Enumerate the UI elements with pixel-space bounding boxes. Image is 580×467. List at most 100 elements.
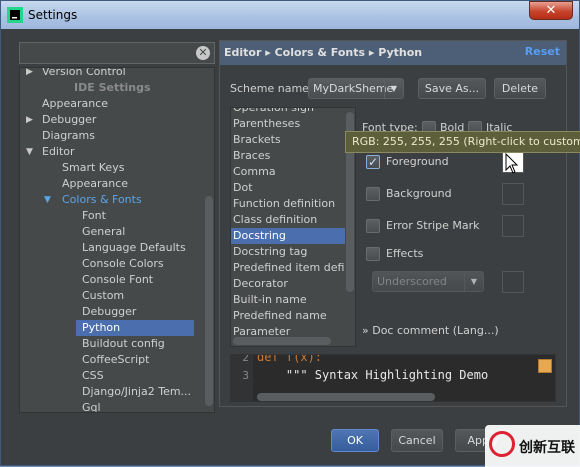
tree-item-label: Debugger xyxy=(42,113,97,126)
tree-item-label: Language Defaults xyxy=(82,241,186,254)
error-stripe-label: Error Stripe Mark xyxy=(386,219,480,232)
list-item-selected[interactable]: Docstring xyxy=(231,228,345,244)
list-item[interactable]: Decorator xyxy=(231,276,345,292)
dialog-body: ✕ ▶ Version Control IDE Settings Appeara… xyxy=(9,29,580,459)
list-item[interactable]: Built-in name xyxy=(231,292,345,308)
ok-button[interactable]: OK xyxy=(331,429,379,452)
tree-item-css[interactable]: CSS xyxy=(20,368,206,384)
foreground-label: Foreground xyxy=(386,155,449,168)
tree-item-appearance[interactable]: Appearance xyxy=(20,96,206,112)
tree-item-label: Editor xyxy=(42,145,75,158)
tree-item-custom[interactable]: Custom xyxy=(20,288,206,304)
tree-item-python[interactable]: Python xyxy=(76,320,194,336)
list-item[interactable]: Braces xyxy=(231,148,345,164)
tree-item-label: Python xyxy=(82,321,121,334)
delete-button[interactable]: Delete xyxy=(494,78,546,99)
tree-item-label: Font xyxy=(82,209,106,222)
effects-color-swatch[interactable] xyxy=(502,271,524,293)
code-line: """ Syntax Highlighting Demo xyxy=(257,368,489,382)
tree-item-label: Debugger xyxy=(82,305,137,318)
tree-item-label: Appearance xyxy=(62,177,129,190)
foreground-checkbox[interactable]: ✓ xyxy=(366,155,380,169)
tree-item-gql[interactable]: Gql xyxy=(20,400,206,412)
tree-scrollbar[interactable] xyxy=(205,196,213,406)
list-item[interactable]: Class definition xyxy=(231,212,345,228)
reset-link[interactable]: Reset xyxy=(525,45,560,58)
cancel-button[interactable]: Cancel xyxy=(391,429,443,452)
tree-item-label: Buildout config xyxy=(82,337,165,350)
settings-search-input[interactable]: ✕ xyxy=(19,42,215,64)
tree-item-debugger-colors[interactable]: Debugger xyxy=(20,304,206,320)
list-item[interactable]: Dot xyxy=(231,180,345,196)
window-close-button[interactable]: ✕ xyxy=(529,1,573,20)
error-stripe-checkbox[interactable] xyxy=(366,219,380,233)
tree-item-django-jinja2[interactable]: Django/Jinja2 Tem... xyxy=(20,384,206,400)
list-item[interactable]: Predefined item definition xyxy=(231,260,345,276)
tree-item-label: CoffeeScript xyxy=(82,353,150,366)
list-item[interactable]: Predefined name xyxy=(231,308,345,324)
tree-section-ide-settings: IDE Settings xyxy=(20,80,206,96)
tree-item-buildout-config[interactable]: Buildout config xyxy=(20,336,206,352)
tree-item-coffeescript[interactable]: CoffeeScript xyxy=(20,352,206,368)
save-as-button[interactable]: Save As... xyxy=(418,78,486,99)
expand-arrow-icon[interactable]: ▶ xyxy=(26,68,33,80)
pycharm-app-icon xyxy=(7,7,23,23)
settings-tree[interactable]: ▶ Version Control IDE Settings Appearanc… xyxy=(19,67,215,413)
tree-item-version-control[interactable]: ▶ Version Control xyxy=(20,67,206,80)
list-item[interactable]: Function definition xyxy=(231,196,345,212)
tree-item-smart-keys[interactable]: Smart Keys xyxy=(20,160,206,176)
window-title: Settings xyxy=(28,8,78,22)
panel-header: Editor ▸ Colors & Fonts ▸ Python Reset xyxy=(220,41,566,65)
tree-item-debugger[interactable]: ▶ Debugger xyxy=(20,112,206,128)
tree-item-editor-appearance[interactable]: Appearance xyxy=(20,176,206,192)
preview-scrollbar[interactable] xyxy=(257,393,435,401)
collapse-arrow-icon[interactable]: ▼ xyxy=(44,192,51,208)
line-number: 3 xyxy=(242,369,249,382)
tree-item-editor[interactable]: ▼ Editor xyxy=(20,144,206,160)
doc-comment-link[interactable]: » Doc comment (Lang...) xyxy=(362,324,499,337)
expand-arrow-icon[interactable]: ▶ xyxy=(26,112,33,128)
background-color-swatch[interactable] xyxy=(502,183,524,205)
watermark-logo-icon xyxy=(489,431,515,457)
tree-item-label: Version Control xyxy=(42,67,126,78)
list-horizontal-scrollbar[interactable] xyxy=(233,337,331,345)
tree-item-language-defaults[interactable]: Language Defaults xyxy=(20,240,206,256)
error-stripe-marker xyxy=(538,359,552,373)
scheme-select-value: MyDarkSheme xyxy=(313,82,394,95)
element-list[interactable]: Operation sign Parentheses Brackets Brac… xyxy=(230,107,356,347)
line-number: 2 xyxy=(242,354,249,364)
tree-item-console-font[interactable]: Console Font xyxy=(20,272,206,288)
tree-item-label: Colors & Fonts xyxy=(62,193,142,206)
effects-checkbox[interactable] xyxy=(366,247,380,261)
scheme-select[interactable]: MyDarkSheme ▼ xyxy=(308,78,404,99)
watermark: 创新互联 xyxy=(485,425,580,467)
tree-item-font[interactable]: Font xyxy=(20,208,206,224)
color-tooltip: RGB: 255, 255, 255 (Right-click to custo… xyxy=(345,131,580,153)
chevron-down-icon: ▼ xyxy=(464,272,483,291)
tree-item-general[interactable]: General xyxy=(20,224,206,240)
clear-search-icon[interactable]: ✕ xyxy=(196,46,210,60)
background-label: Background xyxy=(386,187,452,200)
tree-item-colors-fonts[interactable]: ▼ Colors & Fonts xyxy=(20,192,206,208)
code-preview[interactable]: 2 3 def f(x): """ Syntax Highlighting De… xyxy=(230,354,556,402)
effect-type-select[interactable]: Underscored ▼ xyxy=(372,271,484,292)
background-checkbox[interactable] xyxy=(366,187,380,201)
settings-window: Settings ✕ ✕ ▶ Version Control IDE Setti… xyxy=(0,0,580,467)
tree-section-label: IDE Settings xyxy=(74,81,151,94)
list-item[interactable]: Brackets xyxy=(231,132,345,148)
error-stripe-color-swatch[interactable] xyxy=(502,215,524,237)
collapse-arrow-icon[interactable]: ▼ xyxy=(26,144,33,160)
tree-item-console-colors[interactable]: Console Colors xyxy=(20,256,206,272)
breadcrumb: Editor ▸ Colors & Fonts ▸ Python xyxy=(224,46,423,59)
tree-item-label: Django/Jinja2 Tem... xyxy=(82,385,192,398)
watermark-text: 创新互联 xyxy=(519,440,575,456)
code-line: def f(x): xyxy=(257,354,323,364)
list-item[interactable]: Comma xyxy=(231,164,345,180)
tree-item-label: Diagrams xyxy=(42,129,95,142)
list-item[interactable]: Docstring tag xyxy=(231,244,345,260)
list-item[interactable]: Parentheses xyxy=(231,116,345,132)
effect-type-value: Underscored xyxy=(377,275,447,288)
tree-item-diagrams[interactable]: Diagrams xyxy=(20,128,206,144)
title-bar[interactable]: Settings ✕ xyxy=(1,1,579,29)
list-item[interactable]: Operation sign xyxy=(231,108,345,116)
